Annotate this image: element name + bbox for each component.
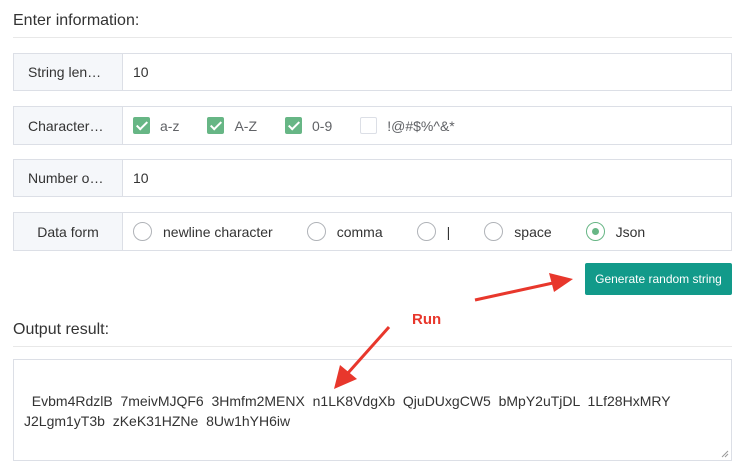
data-form-options: newline character comma | space Json [123, 213, 731, 250]
radio-json-circle[interactable] [585, 222, 605, 241]
number-of-row: Number o… 10 [13, 159, 732, 197]
radio-comma[interactable]: comma [306, 222, 383, 241]
checkbox-symbols[interactable]: !@#$%^&* [360, 117, 455, 134]
checkbox-symbols-label: !@#$%^&* [387, 117, 455, 134]
radio-space-circle[interactable] [484, 222, 504, 241]
checkbox-digits-box[interactable] [285, 117, 303, 134]
radio-pipe[interactable]: | [416, 222, 451, 241]
string-length-label: String len… [14, 54, 123, 90]
checkbox-uppercase-label: A-Z [234, 117, 258, 134]
output-section-divider [13, 346, 732, 347]
checkbox-uppercase-box[interactable] [207, 117, 225, 134]
radio-json-label: Json [615, 223, 646, 240]
resize-handle-icon[interactable] [721, 450, 729, 458]
checkbox-lowercase-box[interactable] [133, 117, 150, 134]
data-form-row: Data form newline character comma | spac… [13, 212, 732, 251]
radio-pipe-label: | [446, 223, 451, 240]
output-textarea[interactable]: Evbm4RdzlB 7meivMJQF6 3Hmfm2MENX n1LK8Vd… [13, 359, 732, 461]
number-of-input[interactable]: 10 [123, 160, 731, 196]
radio-pipe-circle[interactable] [416, 222, 436, 241]
number-of-label: Number o… [14, 160, 123, 196]
characters-options: a-z A-Z 0-9 !@#$%^&* [123, 107, 731, 144]
characters-label: Character… [14, 107, 123, 144]
checkbox-digits-label: 0-9 [312, 117, 333, 134]
radio-newline-label: newline character [163, 223, 273, 240]
checkbox-symbols-box[interactable] [360, 117, 378, 134]
generate-random-string-button[interactable]: Generate random string [585, 263, 732, 295]
radio-newline[interactable]: newline character [133, 222, 273, 241]
checkbox-lowercase-label: a-z [160, 117, 180, 134]
data-form-label: Data form [14, 213, 123, 250]
radio-json[interactable]: Json [585, 222, 646, 241]
string-length-row: String len… 10 [13, 53, 732, 91]
radio-space[interactable]: space [484, 222, 552, 241]
output-section-title: Output result: [13, 321, 110, 338]
string-length-input[interactable]: 10 [123, 54, 731, 90]
radio-comma-label: comma [336, 223, 383, 240]
checkbox-lowercase[interactable]: a-z [133, 117, 179, 134]
run-annotation: Run [412, 311, 442, 328]
characters-row: Character… a-z A-Z 0-9 !@#$%^&* [13, 106, 732, 145]
radio-space-label: space [514, 223, 552, 240]
arrow-to-generate-button-icon [474, 273, 573, 302]
checkbox-uppercase[interactable]: A-Z [207, 117, 257, 134]
input-section-divider [13, 37, 732, 38]
radio-comma-circle[interactable] [306, 222, 326, 241]
output-text: Evbm4RdzlB 7meivMJQF6 3Hmfm2MENX n1LK8Vd… [24, 393, 671, 429]
input-section-title: Enter information: [13, 12, 140, 29]
checkbox-digits[interactable]: 0-9 [285, 117, 332, 134]
radio-newline-circle[interactable] [133, 222, 152, 241]
